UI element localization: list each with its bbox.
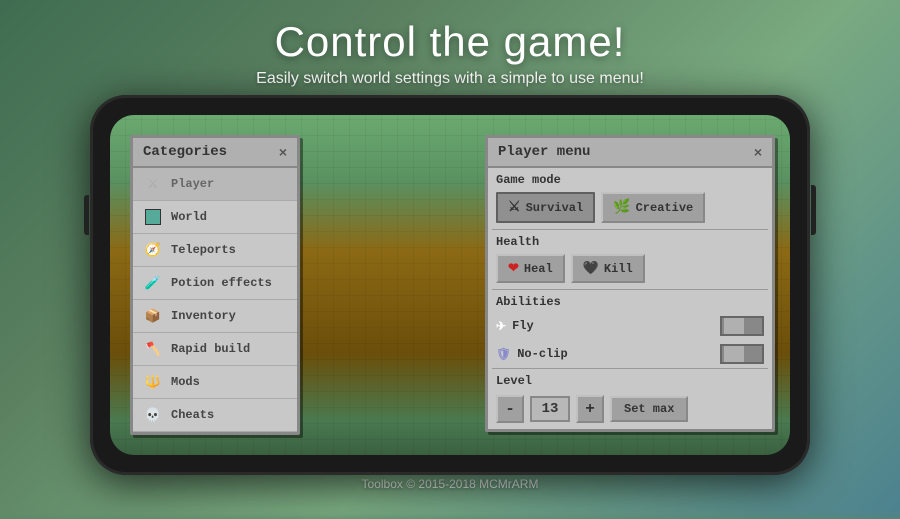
survival-icon: ⚔ <box>508 199 521 216</box>
phone-button-left <box>84 195 89 235</box>
creative-label: Creative <box>636 201 694 215</box>
survival-label: Survival <box>526 201 584 215</box>
top-section: Control the game! Easily switch world se… <box>0 18 900 88</box>
sidebar-item-player[interactable]: ⚔ Player <box>133 168 297 201</box>
categories-header: Categories × <box>133 138 297 168</box>
footer-line2: Toolbox © 2015-2018 MCMrARM <box>362 477 539 491</box>
sidebar-item-rapid-build[interactable]: 🪓 Rapid build <box>133 333 297 366</box>
phone-frame: Categories × ⚔ Player World 🧭 <box>90 95 810 475</box>
player-panel-header: Player menu × <box>488 138 772 168</box>
health-buttons: ❤ Heal 🖤 Kill <box>488 252 772 289</box>
fly-label-group: ✈ Fly <box>496 319 534 334</box>
player-label: Player <box>171 177 214 191</box>
phone-button-right <box>811 185 816 235</box>
rapid-build-label: Rapid build <box>171 342 250 356</box>
player-panel-close-button[interactable]: × <box>754 144 762 160</box>
cheats-label: Cheats <box>171 408 214 422</box>
mods-label: Mods <box>171 375 200 389</box>
sidebar-item-mods[interactable]: 🔱 Mods <box>133 366 297 399</box>
level-row: - 13 + Set max <box>488 391 772 429</box>
noclip-toggle-row: 🛡 No-clip <box>488 340 772 368</box>
categories-title: Categories <box>143 144 227 160</box>
fly-toggle[interactable] <box>720 316 764 336</box>
mods-icon: 🔱 <box>143 372 163 392</box>
set-max-button[interactable]: Set max <box>610 396 688 422</box>
sub-title: Easily switch world settings with a simp… <box>0 70 900 88</box>
noclip-label: No-clip <box>517 347 567 361</box>
noclip-label-group: 🛡 No-clip <box>496 347 568 362</box>
level-label: Level <box>488 369 772 391</box>
health-label: Health <box>488 230 772 252</box>
creative-icon: 🌿 <box>613 199 630 216</box>
player-icon: ⚔ <box>143 174 163 194</box>
player-panel-title: Player menu <box>498 144 590 160</box>
creative-button[interactable]: 🌿 Creative <box>601 192 705 223</box>
fly-label: Fly <box>512 319 534 333</box>
kill-heart-icon: 🖤 <box>583 261 599 276</box>
game-mode-buttons: ⚔ Survival 🌿 Creative <box>488 190 772 229</box>
teleports-label: Teleports <box>171 243 236 257</box>
noclip-icon: 🛡 <box>496 347 511 362</box>
world-label: World <box>171 210 207 224</box>
survival-button[interactable]: ⚔ Survival <box>496 192 595 223</box>
sidebar-item-teleports[interactable]: 🧭 Teleports <box>133 234 297 267</box>
fly-icon: ✈ <box>496 319 506 334</box>
sidebar-item-inventory[interactable]: 📦 Inventory <box>133 300 297 333</box>
cheats-icon: 💀 <box>143 405 163 425</box>
inventory-icon: 📦 <box>143 306 163 326</box>
categories-panel: Categories × ⚔ Player World 🧭 <box>130 135 300 435</box>
fly-toggle-handle <box>724 318 744 334</box>
rapid-build-icon: 🪓 <box>143 339 163 359</box>
potion-icon: 🧪 <box>143 273 163 293</box>
level-minus-button[interactable]: - <box>496 395 524 423</box>
sidebar-item-cheats[interactable]: 💀 Cheats <box>133 399 297 432</box>
sidebar-item-world[interactable]: World <box>133 201 297 234</box>
inventory-label: Inventory <box>171 309 236 323</box>
categories-close-button[interactable]: × <box>279 144 287 160</box>
world-icon <box>143 207 163 227</box>
phone-screen: Categories × ⚔ Player World 🧭 <box>110 115 790 455</box>
teleports-icon: 🧭 <box>143 240 163 260</box>
heal-button[interactable]: ❤ Heal <box>496 254 565 283</box>
main-title: Control the game! <box>0 18 900 66</box>
noclip-toggle-handle <box>724 346 744 362</box>
kill-button[interactable]: 🖤 Kill <box>571 254 645 283</box>
heal-heart-icon: ❤ <box>508 261 519 276</box>
noclip-toggle[interactable] <box>720 344 764 364</box>
game-mode-label: Game mode <box>488 168 772 190</box>
level-value: 13 <box>530 396 570 422</box>
sidebar-item-potion-effects[interactable]: 🧪 Potion effects <box>133 267 297 300</box>
abilities-label: Abilities <box>488 290 772 312</box>
potion-effects-label: Potion effects <box>171 276 272 290</box>
heal-label: Heal <box>524 262 553 276</box>
player-panel: Player menu × Game mode ⚔ Survival 🌿 Cre… <box>485 135 775 432</box>
level-plus-button[interactable]: + <box>576 395 604 423</box>
fly-toggle-row: ✈ Fly <box>488 312 772 340</box>
kill-label: Kill <box>604 262 633 276</box>
